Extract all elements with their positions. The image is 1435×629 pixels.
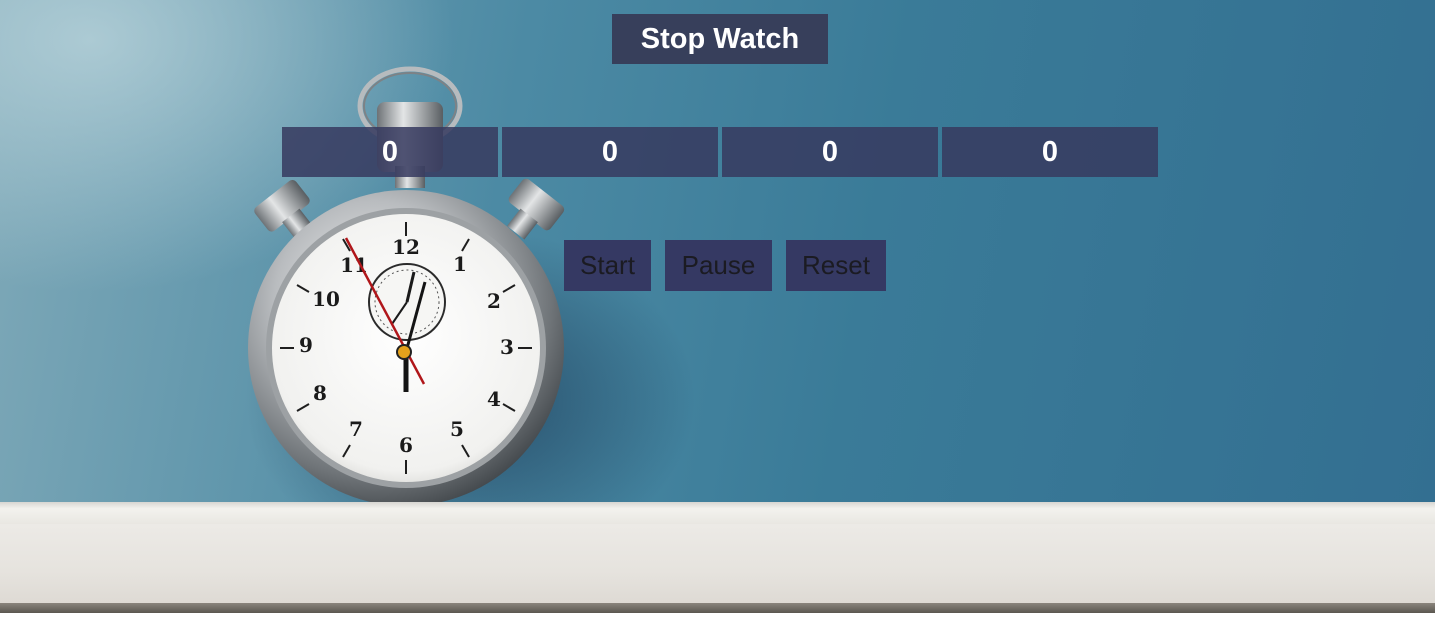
time-digit-4: 0 bbox=[942, 127, 1158, 177]
shelf-bottom bbox=[0, 603, 1435, 613]
numeral-10: 10 bbox=[312, 287, 340, 311]
page-title: Stop Watch bbox=[612, 14, 828, 64]
reset-button[interactable]: Reset bbox=[786, 240, 886, 291]
time-digit-1: 0 bbox=[282, 127, 498, 177]
numeral-9: 9 bbox=[299, 333, 313, 357]
numeral-3: 3 bbox=[500, 335, 514, 359]
background-scene: 12 1 2 3 4 5 6 7 8 9 10 11 bbox=[0, 0, 1435, 613]
start-button[interactable]: Start bbox=[564, 240, 651, 291]
numeral-4: 4 bbox=[487, 387, 501, 411]
numeral-5: 5 bbox=[450, 417, 464, 441]
pause-button[interactable]: Pause bbox=[665, 240, 772, 291]
numeral-12: 12 bbox=[392, 235, 420, 259]
numeral-7: 7 bbox=[349, 417, 363, 441]
numeral-6: 6 bbox=[399, 433, 413, 457]
time-display: 0 0 0 0 bbox=[282, 127, 1158, 177]
time-digit-3: 0 bbox=[722, 127, 938, 177]
numeral-8: 8 bbox=[313, 381, 327, 405]
shelf bbox=[0, 524, 1435, 603]
shelf-edge bbox=[0, 502, 1435, 524]
numeral-2: 2 bbox=[487, 289, 501, 313]
numeral-1: 1 bbox=[453, 252, 467, 276]
time-digit-2: 0 bbox=[502, 127, 718, 177]
